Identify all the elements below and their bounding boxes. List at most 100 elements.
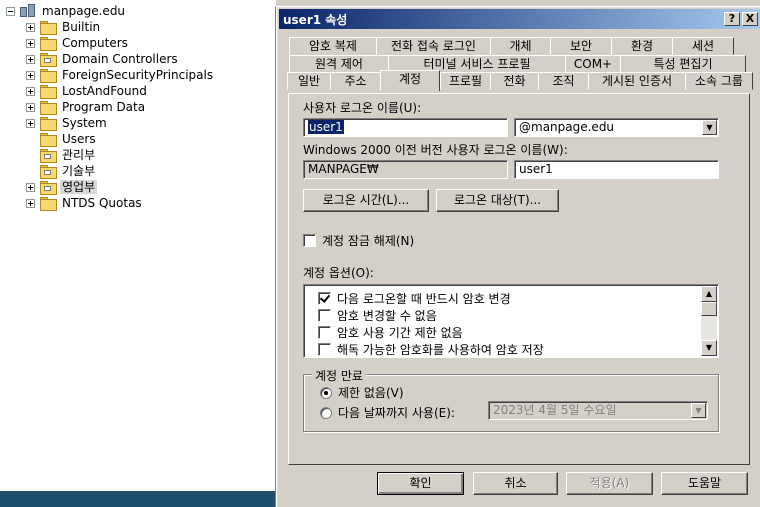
- tab-row1-0[interactable]: 암호 복제: [289, 37, 377, 55]
- folder-icon: [40, 117, 57, 131]
- tab-row2-2[interactable]: COM+: [565, 55, 621, 73]
- title-bar[interactable]: user1 속성 ? X: [279, 9, 760, 29]
- expiry-date-picker[interactable]: 2023년 4월 5일 수요일 ▼: [488, 401, 708, 420]
- tab-row1-4[interactable]: 환경: [611, 37, 673, 55]
- tab-row1-1[interactable]: 전화 접속 로그인: [376, 37, 491, 55]
- tab-row1-2[interactable]: 개체: [490, 37, 551, 55]
- never-expires-radio-row[interactable]: 제한 없음(V): [320, 384, 404, 401]
- tree-item[interactable]: Users: [26, 131, 98, 147]
- tree-item[interactable]: Domain Controllers: [26, 51, 180, 67]
- tab-row3-1[interactable]: 주소: [330, 72, 381, 90]
- tree-item-label: System: [62, 116, 107, 130]
- tab-row3-5[interactable]: 조직: [538, 72, 589, 90]
- account-option[interactable]: 해독 가능한 암호화를 사용하여 암호 저장: [318, 341, 544, 358]
- help-icon[interactable]: ?: [724, 12, 740, 26]
- unlock-account-checkbox[interactable]: [303, 234, 316, 247]
- logon-to-button[interactable]: 로그온 대상(T)...: [436, 189, 559, 212]
- collapse-icon[interactable]: [6, 6, 15, 16]
- account-option[interactable]: 암호 사용 기간 제한 없음: [318, 324, 463, 341]
- tree-item[interactable]: Builtin: [26, 19, 102, 35]
- tree-root[interactable]: manpage.edu: [6, 3, 127, 19]
- tab-row3-2[interactable]: 계정: [380, 70, 440, 91]
- expand-icon[interactable]: [26, 198, 35, 208]
- expand-icon[interactable]: [26, 22, 35, 32]
- folder-icon: [40, 21, 57, 35]
- chevron-down-icon[interactable]: ▼: [691, 403, 706, 418]
- expand-icon[interactable]: [26, 102, 35, 112]
- account-options-list[interactable]: 다음 로그온할 때 반드시 암호 변경 암호 변경할 수 없음암호 사용 기간 제…: [303, 284, 719, 358]
- apply-button[interactable]: 적용(A): [566, 472, 653, 495]
- tree-item[interactable]: Program Data: [26, 99, 147, 115]
- tab-row3-3[interactable]: 프로필: [440, 72, 491, 90]
- folder-icon: [40, 133, 57, 147]
- tree-item[interactable]: 관리부: [26, 147, 97, 163]
- help-button[interactable]: 도움말: [661, 472, 748, 495]
- close-icon[interactable]: X: [742, 12, 758, 26]
- cancel-button[interactable]: 취소: [473, 472, 558, 495]
- chevron-down-icon[interactable]: ▼: [702, 120, 717, 135]
- account-option-label: 해독 가능한 암호화를 사용하여 암호 저장: [337, 343, 544, 357]
- end-of-radio-row[interactable]: 다음 날짜까지 사용(E):: [320, 404, 455, 421]
- tab-row3-6[interactable]: 게시된 인증서: [588, 72, 686, 90]
- tree-item-label: Users: [62, 132, 96, 146]
- tree-item[interactable]: System: [26, 115, 109, 131]
- unlock-account-checkbox-row[interactable]: 계정 잠금 해제(N): [303, 232, 414, 249]
- tab-row3-4[interactable]: 전화: [490, 72, 539, 90]
- expand-icon[interactable]: [26, 118, 35, 128]
- unlock-account-label: 계정 잠금 해제(N): [322, 234, 415, 248]
- folder-icon: [40, 197, 57, 211]
- tree-item[interactable]: LostAndFound: [26, 83, 149, 99]
- expand-icon[interactable]: [26, 182, 35, 192]
- tree-item-label: 기술부: [62, 164, 96, 178]
- pre2000-name-input[interactable]: user1: [514, 160, 719, 179]
- scroll-thumb[interactable]: [701, 302, 717, 316]
- tab-row3-0[interactable]: 일반: [287, 72, 331, 90]
- expand-icon[interactable]: [26, 86, 35, 96]
- tab-row1-3[interactable]: 보안: [550, 37, 612, 55]
- tree-root-label: manpage.edu: [42, 4, 126, 18]
- account-option-checkbox[interactable]: [318, 292, 331, 305]
- domain-suffix-select[interactable]: @manpage.edu ▼: [514, 118, 719, 137]
- end-of-radio[interactable]: [320, 406, 332, 419]
- expand-icon[interactable]: [26, 38, 35, 48]
- tab-row2-3[interactable]: 특성 편집기: [620, 55, 746, 73]
- expand-icon[interactable]: [26, 70, 35, 80]
- tree-item-label: Computers: [62, 36, 128, 50]
- domain-icon: [20, 4, 36, 18]
- expand-icon[interactable]: [26, 54, 35, 64]
- account-option-label: 암호 사용 기간 제한 없음: [337, 326, 463, 340]
- logon-name-input[interactable]: user1: [303, 118, 508, 137]
- tree-item[interactable]: ForeignSecurityPrincipals: [26, 67, 215, 83]
- tab-row3-7[interactable]: 소속 그룹: [685, 72, 753, 90]
- logon-hours-button[interactable]: 로그온 시간(L)...: [303, 189, 429, 212]
- logon-name-label: 사용자 로그온 이름(U):: [303, 101, 422, 115]
- tab-row2-0[interactable]: 원격 제어: [289, 55, 389, 73]
- dialog-title: user1 속성: [283, 12, 348, 27]
- folder-icon: [40, 181, 57, 195]
- tab-row1-5[interactable]: 세션: [672, 37, 734, 55]
- folder-icon: [40, 37, 57, 51]
- account-option[interactable]: 다음 로그온할 때 반드시 암호 변경: [318, 290, 511, 307]
- tree-item[interactable]: 기술부: [26, 163, 97, 179]
- account-expires-legend: 계정 만료: [312, 367, 366, 384]
- account-option-checkbox[interactable]: [318, 309, 331, 322]
- account-option-label: 다음 로그온할 때 반드시 암호 변경: [337, 292, 511, 306]
- tree-item[interactable]: NTDS Quotas: [26, 195, 144, 211]
- taskbar: [0, 491, 280, 507]
- tab-strip: 암호 복제 전화 접속 로그인 개체 보안 환경 세션 원격 제어 터미널 서비스 프로필 CO…: [277, 35, 760, 95]
- tree-item-label: NTDS Quotas: [62, 196, 142, 210]
- ok-button[interactable]: 확인: [377, 472, 464, 495]
- account-option[interactable]: 암호 변경할 수 없음: [318, 307, 437, 324]
- folder-icon: [40, 69, 57, 83]
- tree-item[interactable]: Computers: [26, 35, 130, 51]
- scroll-down-icon[interactable]: ▼: [701, 340, 717, 356]
- account-option-checkbox[interactable]: [318, 343, 331, 356]
- scrollbar[interactable]: ▲ ▼: [701, 286, 717, 356]
- never-expires-radio[interactable]: [320, 386, 332, 399]
- account-option-checkbox[interactable]: [318, 326, 331, 339]
- never-expires-label: 제한 없음(V): [338, 386, 404, 400]
- directory-tree: manpage.edu Builtin Computers Domain Contr…: [0, 0, 280, 507]
- folder-icon: [40, 149, 57, 163]
- tree-item[interactable]: 영업부: [26, 179, 98, 195]
- scroll-up-icon[interactable]: ▲: [701, 286, 717, 302]
